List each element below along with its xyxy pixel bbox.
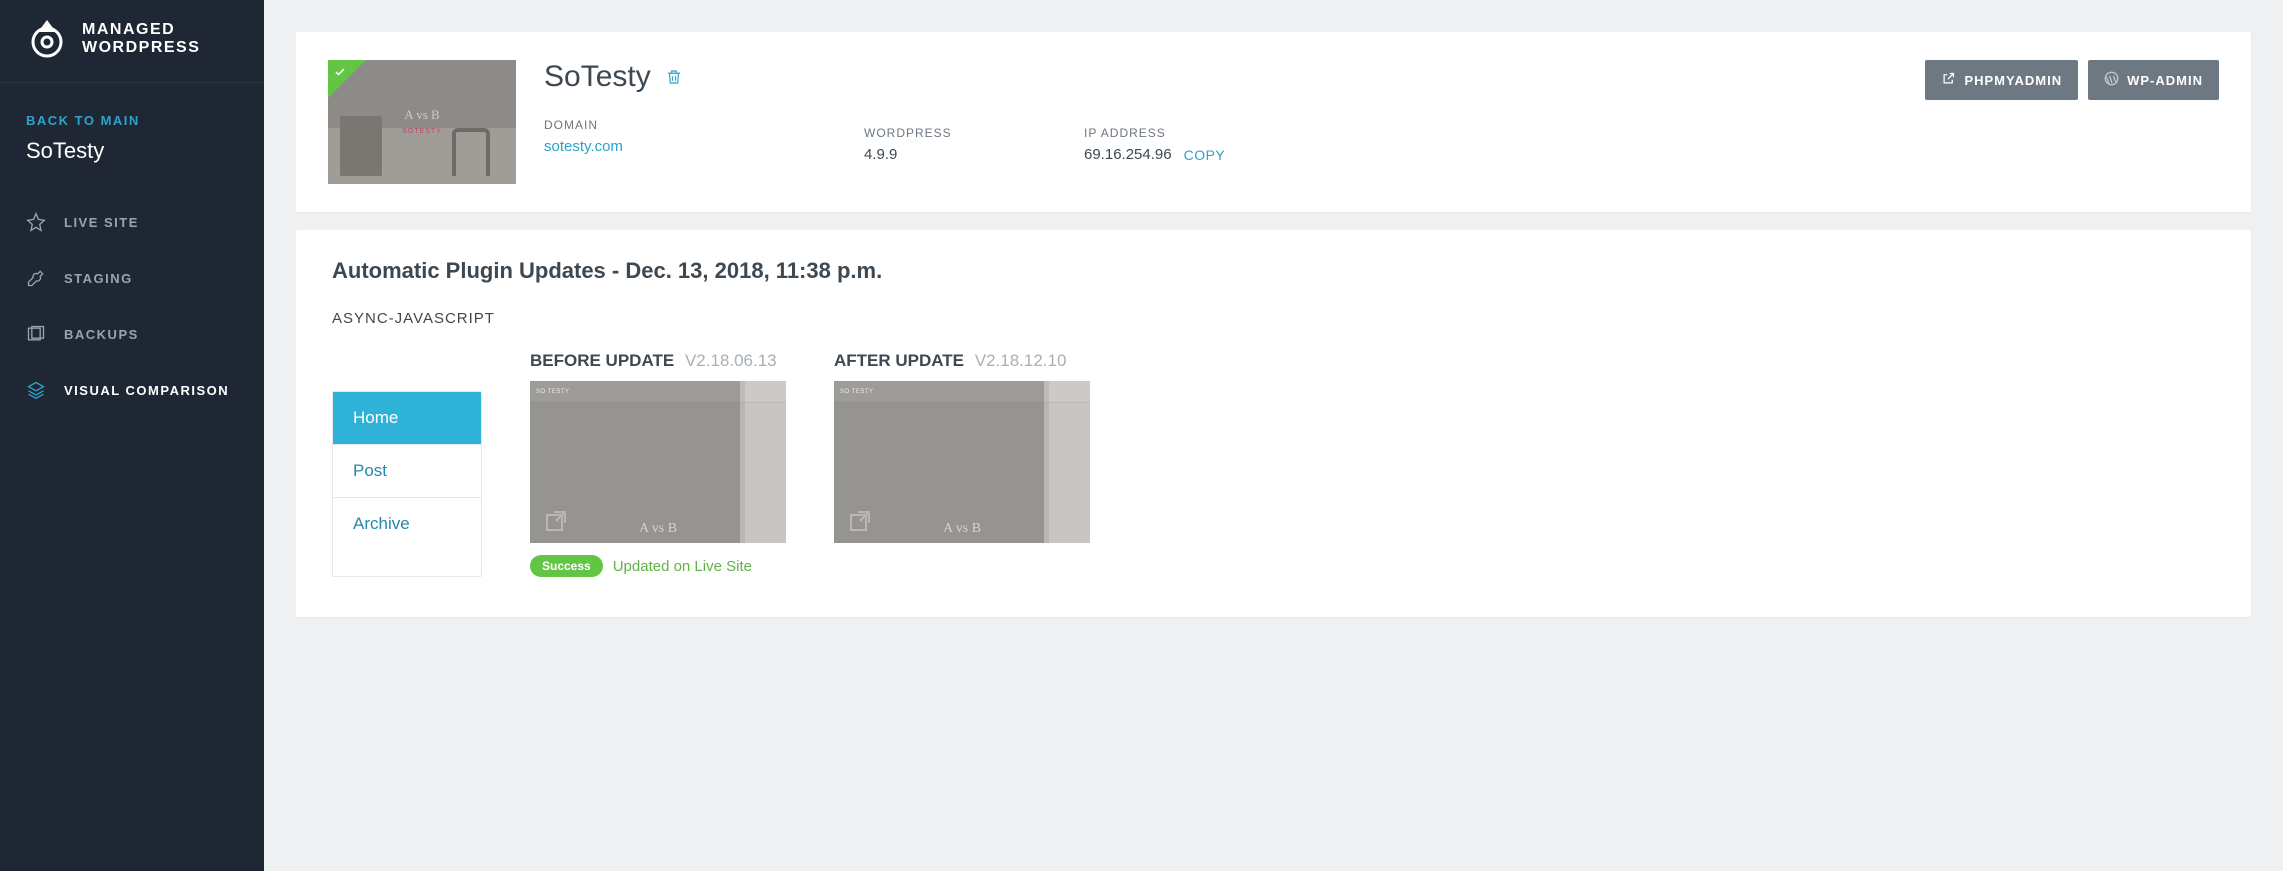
- tab-post[interactable]: Post: [333, 445, 481, 498]
- sidebar-item-label: STAGING: [64, 271, 133, 286]
- brand: MANAGED WORDPRESS: [0, 0, 264, 83]
- after-screenshot[interactable]: SO TESTY A vs B: [834, 381, 1090, 543]
- check-icon: [334, 66, 346, 81]
- sidebar-item-live-site[interactable]: LIVE SITE: [0, 194, 264, 250]
- domain-label: DOMAIN: [544, 118, 864, 132]
- after-column: AFTER UPDATE V2.18.12.10 SO TESTY A vs B: [834, 351, 1090, 577]
- sidebar-item-label: VISUAL COMPARISON: [64, 383, 229, 398]
- wp-admin-button[interactable]: WP-ADMIN: [2088, 60, 2219, 100]
- after-tag: SO TESTY: [840, 389, 874, 395]
- site-thumbnail[interactable]: A vs B SOTESTY: [328, 60, 516, 184]
- before-caption: A vs B: [639, 521, 677, 537]
- sidebar-item-backups[interactable]: BACKUPS: [0, 306, 264, 362]
- status-row: Success Updated on Live Site: [530, 555, 786, 577]
- wordpress-version: 4.9.9: [864, 146, 1084, 163]
- thumb-overlay-b: SOTESTY: [402, 128, 442, 135]
- update-title: Automatic Plugin Updates - Dec. 13, 2018…: [332, 258, 2215, 284]
- brand-line2: WORDPRESS: [82, 39, 200, 57]
- before-screenshot[interactable]: SO TESTY A vs B: [530, 381, 786, 543]
- wp-admin-label: WP-ADMIN: [2127, 73, 2203, 88]
- sidebar-item-visual-comparison[interactable]: VISUAL COMPARISON: [0, 362, 264, 418]
- layers-icon: [26, 380, 46, 400]
- open-external-icon: [544, 509, 568, 533]
- wordpress-icon: [2104, 71, 2119, 89]
- comparison-card: Automatic Plugin Updates - Dec. 13, 2018…: [296, 230, 2251, 617]
- thumb-overlay-a: A vs B: [404, 107, 439, 123]
- site-header-card: A vs B SOTESTY SoTesty DOMAIN sotesty.co…: [296, 32, 2251, 212]
- tab-archive[interactable]: Archive: [333, 498, 481, 550]
- wordpress-meta: WORDPRESS 4.9.9: [864, 60, 1084, 163]
- before-label-text: BEFORE UPDATE: [530, 351, 674, 370]
- tab-home[interactable]: Home: [333, 392, 481, 445]
- external-link-icon: [1941, 71, 1956, 89]
- brand-text: MANAGED WORDPRESS: [82, 21, 200, 58]
- sidebar-site-name: SoTesty: [0, 134, 264, 194]
- before-version: V2.18.06.13: [685, 351, 777, 370]
- after-label: AFTER UPDATE V2.18.12.10: [834, 351, 1090, 371]
- page-tabs: Home Post Archive: [332, 391, 482, 577]
- plugin-name: ASYNC-JAVASCRIPT: [332, 310, 2215, 327]
- after-label-text: AFTER UPDATE: [834, 351, 964, 370]
- ip-label: IP ADDRESS: [1084, 126, 1225, 140]
- ip-value: 69.16.254.96: [1084, 146, 1172, 163]
- after-version: V2.18.12.10: [975, 351, 1067, 370]
- star-icon: [26, 212, 46, 232]
- before-label: BEFORE UPDATE V2.18.06.13: [530, 351, 786, 371]
- wrench-icon: [26, 268, 46, 288]
- sidebar-item-staging[interactable]: STAGING: [0, 250, 264, 306]
- after-caption: A vs B: [943, 521, 981, 537]
- status-text: Updated on Live Site: [613, 558, 752, 575]
- header-title-block: SoTesty DOMAIN sotesty.com: [544, 60, 864, 155]
- header-actions: PHPMYADMIN WP-ADMIN: [1925, 60, 2219, 100]
- sidebar: MANAGED WORDPRESS BACK TO MAIN SoTesty L…: [0, 0, 264, 871]
- sidebar-nav: LIVE SITE STAGING BACKUPS VISUAL COMPARI…: [0, 194, 264, 418]
- open-external-icon: [848, 509, 872, 533]
- before-column: BEFORE UPDATE V2.18.06.13 SO TESTY A vs …: [530, 351, 786, 577]
- trash-icon[interactable]: [665, 68, 683, 86]
- phpmyadmin-button[interactable]: PHPMYADMIN: [1925, 60, 2078, 100]
- status-badge: Success: [530, 555, 603, 577]
- back-to-main-link[interactable]: BACK TO MAIN: [0, 83, 264, 134]
- brand-line1: MANAGED: [82, 21, 200, 39]
- backups-icon: [26, 324, 46, 344]
- main-content: A vs B SOTESTY SoTesty DOMAIN sotesty.co…: [264, 0, 2283, 871]
- sidebar-item-label: LIVE SITE: [64, 215, 139, 230]
- before-tag: SO TESTY: [536, 389, 570, 395]
- copy-ip-button[interactable]: COPY: [1184, 147, 1226, 163]
- site-title: SoTesty: [544, 60, 651, 94]
- domain-link[interactable]: sotesty.com: [544, 138, 864, 155]
- ip-meta: IP ADDRESS 69.16.254.96 COPY: [1084, 60, 1225, 163]
- phpmyadmin-label: PHPMYADMIN: [1964, 73, 2062, 88]
- brand-logo-icon: [26, 18, 68, 60]
- wordpress-label: WORDPRESS: [864, 126, 1084, 140]
- sidebar-item-label: BACKUPS: [64, 327, 139, 342]
